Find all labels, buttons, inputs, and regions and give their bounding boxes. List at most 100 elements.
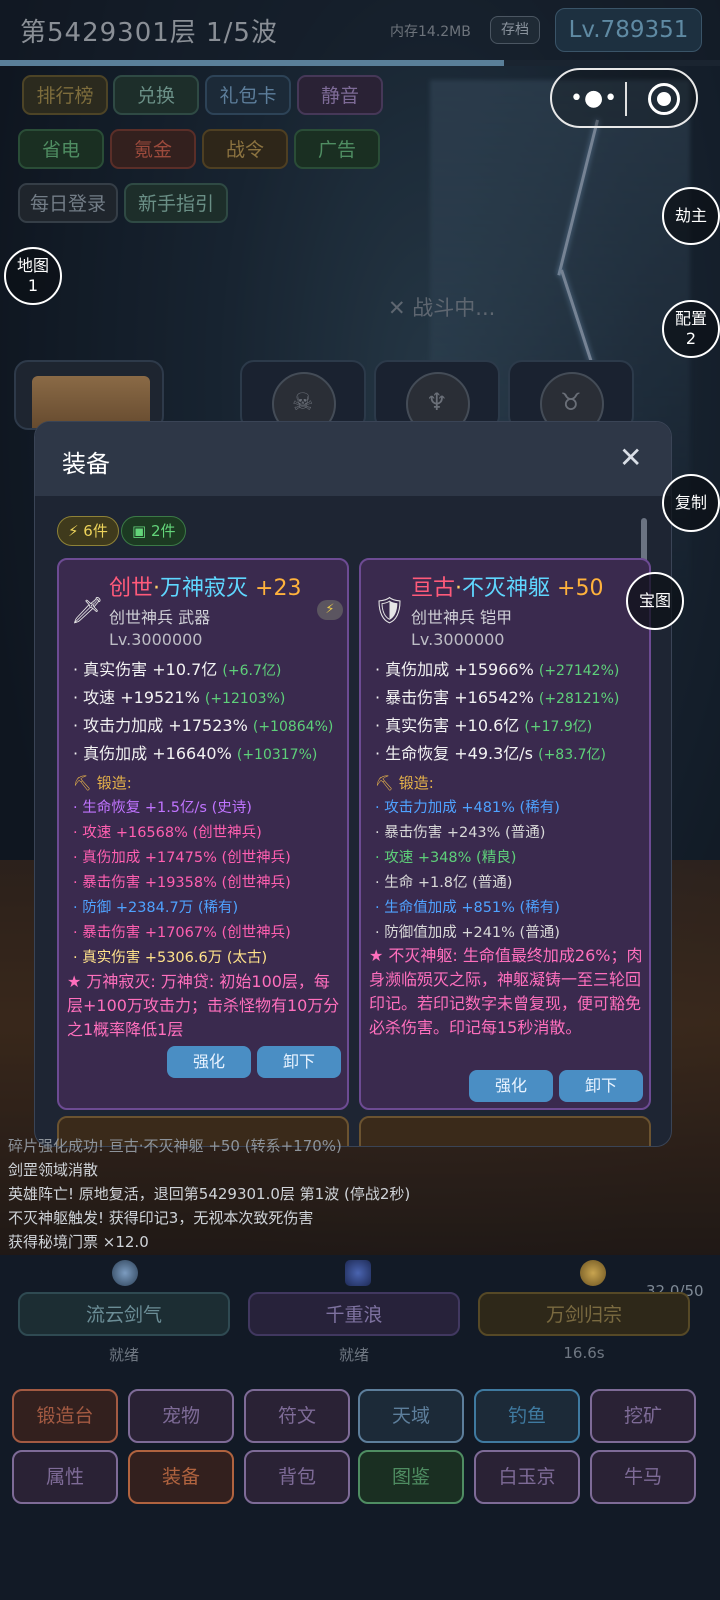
leaderboard-button[interactable]: 排行榜 <box>22 75 108 115</box>
ads-button[interactable]: 广告 <box>294 129 380 169</box>
stage-indicator: 第5429301层 1/5波 <box>20 18 278 48</box>
set-chip-lightning[interactable]: ⚡ 6件 <box>57 516 119 546</box>
log-line: 不灭神躯触发! 获得印记3，无视本次致死伤害 <box>8 1209 314 1227</box>
log-line: 碎片强化成功! 亘古·不灭神躯 +50 (转系+170%) <box>8 1137 342 1155</box>
recharge-button[interactable]: 氪金 <box>110 129 196 169</box>
wave-icon <box>345 1260 371 1286</box>
wave-progress-fill <box>0 60 504 66</box>
treasure-map-button[interactable]: 宝图 <box>626 572 684 630</box>
stat-line: · 真实伤害 +10.7亿 (+6.7亿) <box>73 656 347 684</box>
skill-status: 就绪 <box>338 1346 369 1364</box>
exchange-button[interactable]: 兑换 <box>113 75 199 115</box>
forge-line: · 生命值加成 +851% (稀有) <box>375 900 560 916</box>
stat-text: · 真实伤害 +10.7亿 <box>73 660 223 679</box>
mute-button[interactable]: 静音 <box>297 75 383 115</box>
backpack-button[interactable]: 背包 <box>244 1450 350 1504</box>
main-stats: · 真实伤害 +10.7亿 (+6.7亿) · 攻速 +19521% (+121… <box>73 656 347 768</box>
forge-line: · 攻速 +348% (精良) <box>375 850 517 866</box>
sky-domain-button[interactable]: 天域 <box>358 1389 464 1443</box>
capsule-divider <box>625 82 627 116</box>
forge-line: · 生命恢复 +1.5亿/s (史诗) <box>73 800 252 816</box>
forge-header: ⛏ 锻造: <box>73 774 132 792</box>
stat-text: · 暴击伤害 +16542% <box>375 688 539 707</box>
tutorial-button[interactable]: 新手指引 <box>124 183 228 223</box>
set-chip-green[interactable]: ▣ 2件 <box>121 516 187 546</box>
copy-button[interactable]: 复制 <box>662 474 720 532</box>
fishing-button[interactable]: 钓鱼 <box>474 1389 580 1443</box>
map-label: 地图 <box>16 256 49 275</box>
power-save-button[interactable]: 省电 <box>18 129 104 169</box>
enhance-button[interactable]: 强化 <box>167 1046 251 1078</box>
stat-increase: (+6.7亿) <box>222 663 282 679</box>
config-button[interactable]: 配置 2 <box>662 300 720 358</box>
item-level: Lv.3000000 <box>109 630 203 649</box>
monster-slot[interactable]: ♉ <box>508 360 634 436</box>
stat-line: · 暴击伤害 +16542% (+28121%) <box>375 684 649 712</box>
skill-button-liuyun[interactable]: 流云剑气 <box>18 1292 230 1336</box>
main-stats: · 真伤加成 +15966% (+27142%) · 暴击伤害 +16542% … <box>375 656 649 768</box>
item-name-main: 万神寂灭 <box>160 576 249 601</box>
forge-line: · 暴击伤害 +17067% (创世神兵) <box>73 925 291 941</box>
top-bar: 第5429301层 1/5波 内存14.2MB 存档 Lv.789351 <box>0 0 720 62</box>
equipment-card-weapon: 🗡 创世·万神寂灭 +23 ⚡ 创世神兵 武器 Lv.3000000 · 真实伤… <box>57 558 349 1110</box>
unequip-button[interactable]: 卸下 <box>257 1046 341 1078</box>
close-target-icon[interactable] <box>648 83 680 115</box>
mini-program-capsule[interactable]: •●• <box>550 68 698 128</box>
skill-button-wanjianguizong[interactable]: 万剑归宗 <box>478 1292 690 1336</box>
stat-increase: (+10317%) <box>236 747 318 763</box>
battle-status: ✕ 战斗中... <box>388 296 496 320</box>
equipment-button[interactable]: 装备 <box>128 1450 234 1504</box>
stat-increase: (+28121%) <box>538 691 620 707</box>
stat-line: · 攻击力加成 +17523% (+10864%) <box>73 712 347 740</box>
stat-line: · 攻速 +19521% (+12103%) <box>73 684 347 712</box>
set-effect-description: ★ 不灭神躯: 生命值最终加成26%；肉身濒临殒灭之际，神躯凝铸一至三轮回印记。… <box>369 946 643 1037</box>
rob-lord-button[interactable]: 劫主 <box>662 187 720 245</box>
stat-text: · 真实伤害 +10.6亿 <box>375 716 525 735</box>
gift-card-button[interactable]: 礼包卡 <box>205 75 291 115</box>
forge-station-button[interactable]: 锻造台 <box>12 1389 118 1443</box>
armor-icon: 🛡 <box>373 596 407 626</box>
modal-header: 装备 ✕ <box>35 422 671 496</box>
item-name-prefix: 亘古 <box>411 576 456 601</box>
enhance-button[interactable]: 强化 <box>469 1070 553 1102</box>
sword-icon: 🗡 <box>71 596 105 626</box>
rune-button[interactable]: 符文 <box>244 1389 350 1443</box>
more-icon[interactable]: •●• <box>570 86 618 111</box>
stat-increase: (+83.7亿) <box>538 747 606 763</box>
rob-lord-label: 劫主 <box>674 206 707 225</box>
mining-button[interactable]: 挖矿 <box>590 1389 696 1443</box>
skill-status: 就绪 <box>108 1346 139 1364</box>
ox-horse-button[interactable]: 牛马 <box>590 1450 696 1504</box>
forge-list: · 攻击力加成 +481% (稀有) · 暴击伤害 +243% (普通) · 攻… <box>375 796 649 946</box>
item-name-prefix: 创世 <box>109 576 154 601</box>
skill-button-qianchonglang[interactable]: 千重浪 <box>248 1292 460 1336</box>
map-button[interactable]: 地图 1 <box>4 247 62 305</box>
jade-capital-button[interactable]: 白玉京 <box>474 1450 580 1504</box>
treasure-map-label: 宝图 <box>638 591 671 610</box>
forge-header: ⛏ 锻造: <box>375 774 434 792</box>
wave-progress-bar <box>0 60 720 66</box>
attributes-button[interactable]: 属性 <box>12 1450 118 1504</box>
hero-portrait[interactable] <box>14 360 164 430</box>
forge-line: · 防御 +2384.7万 (稀有) <box>73 900 239 916</box>
daily-login-button[interactable]: 每日登录 <box>18 183 118 223</box>
config-number: 2 <box>685 329 697 348</box>
close-icon[interactable]: ✕ <box>619 442 642 474</box>
equipment-modal: 装备 ✕ ⚡ 6件 ▣ 2件 🗡 创世·万神寂灭 +23 ⚡ 创世神兵 武器 L… <box>34 421 672 1147</box>
stat-increase: (+27142%) <box>538 663 620 679</box>
codex-button[interactable]: 图鉴 <box>358 1450 464 1504</box>
unequip-button[interactable]: 卸下 <box>559 1070 643 1102</box>
level-badge: Lv.789351 <box>555 8 702 52</box>
monster-slot[interactable]: ☠ <box>240 360 366 436</box>
item-enhance-level: +50 <box>557 576 604 601</box>
forge-line: · 暴击伤害 +243% (普通) <box>375 825 546 841</box>
log-line: 剑罡领域消散 <box>8 1161 99 1179</box>
battle-pass-button[interactable]: 战令 <box>202 129 288 169</box>
monster-slot[interactable]: ♆ <box>374 360 500 436</box>
forge-line: · 暴击伤害 +19358% (创世神兵) <box>73 875 291 891</box>
save-button[interactable]: 存档 <box>490 16 540 44</box>
pet-button[interactable]: 宠物 <box>128 1389 234 1443</box>
stat-increase: (+12103%) <box>204 691 286 707</box>
item-name-main: 不灭神躯 <box>462 576 551 601</box>
stat-increase: (+17.9亿) <box>524 719 593 735</box>
